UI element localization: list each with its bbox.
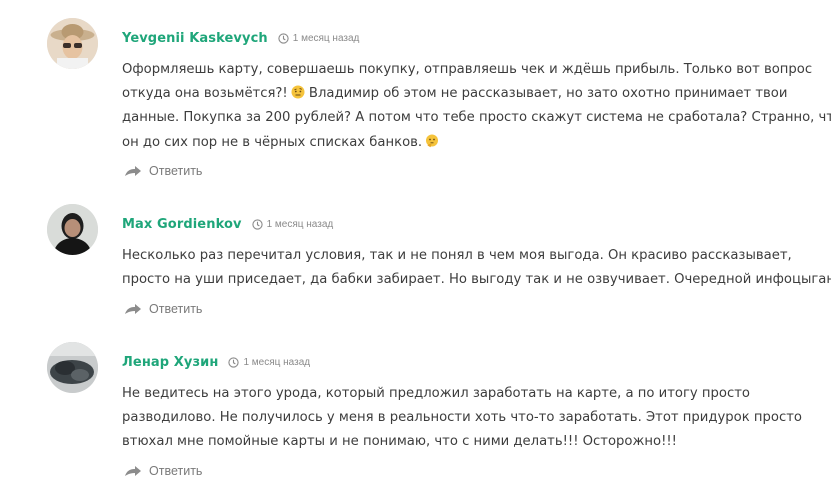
author-name[interactable]: Yevgenii Kaskevych [122, 31, 268, 46]
time-text: 1 месяц назад [292, 32, 360, 44]
comment-time: 1 месяц назад [251, 218, 334, 230]
comment-meta: Yevgenii Kaskevych 1 месяц назад [122, 29, 359, 47]
avatar-image [47, 18, 98, 69]
reply-button[interactable]: Ответить [124, 300, 202, 318]
thinking-face-emoji-icon [426, 134, 439, 147]
comment-meta: Ленар Хузин 1 месяц назад [122, 353, 310, 371]
clock-icon [278, 32, 289, 44]
comment-line: разводилово. Не получилось у меня в реал… [122, 410, 802, 426]
comment-text: Оформляешь карту, совершаешь покупку, от… [122, 58, 831, 155]
author-name[interactable]: Max Gordienkov [122, 217, 242, 232]
comment-line: Несколько раз перечитал условия, так и н… [122, 248, 792, 263]
reply-button[interactable]: Ответить [124, 462, 202, 480]
comment-line: данные. Покупка за 200 рублей? А потом ч… [122, 110, 831, 126]
avatar[interactable] [47, 342, 98, 393]
reply-button[interactable]: Ответить [124, 162, 202, 180]
comments-list: Yevgenii Kaskevych 1 месяц назад Оформля… [0, 0, 831, 486]
comment-line: откуда она возьмётся?! Владимир об этом … [122, 82, 802, 106]
comment-meta: Max Gordienkov 1 месяц назад [122, 215, 333, 233]
comment-line: Не ведитесь на этого урода, который пред… [122, 386, 750, 401]
clock-icon [251, 218, 263, 230]
comment-line-part: он до сих пор не в чёрных списках банков… [122, 134, 423, 150]
comment-line: втюхал мне помойные карты и не понимаю, … [122, 434, 677, 450]
reply-arrow-icon [125, 304, 141, 314]
avatar-image [47, 204, 98, 255]
comment-time: 1 месяц назад [228, 357, 310, 368]
reply-label: Ответить [149, 464, 203, 478]
reply-label: Ответить [149, 164, 203, 178]
avatar[interactable] [47, 18, 98, 69]
comment-line: Оформляешь карту, совершаешь покупку, от… [122, 62, 813, 77]
comment-line: просто на уши приседает, да бабки забира… [122, 272, 831, 288]
time-text: 1 месяц назад [243, 356, 311, 368]
avatar[interactable] [47, 204, 98, 255]
comment-time: 1 месяц назад [278, 32, 360, 44]
reply-arrow-icon [125, 466, 141, 476]
comment-line-part: Владимир об этом не рассказывает, но зат… [304, 86, 788, 102]
author-name[interactable]: Ленар Хузин [122, 355, 218, 370]
reply-arrow-icon [125, 166, 141, 176]
comment-text: Не ведитесь на этого урода, который пред… [122, 382, 802, 455]
raised-eyebrow-emoji-icon [291, 85, 305, 99]
comment-line-part: откуда она возьмётся?! [122, 86, 288, 102]
time-text: 1 месяц назад [266, 218, 334, 230]
reply-label: Ответить [149, 302, 203, 316]
clock-icon [228, 356, 240, 368]
avatar-image [47, 342, 98, 393]
comment-line: он до сих пор не в чёрных списках банков… [122, 131, 802, 155]
comment-text: Несколько раз перечитал условия, так и н… [122, 244, 831, 292]
